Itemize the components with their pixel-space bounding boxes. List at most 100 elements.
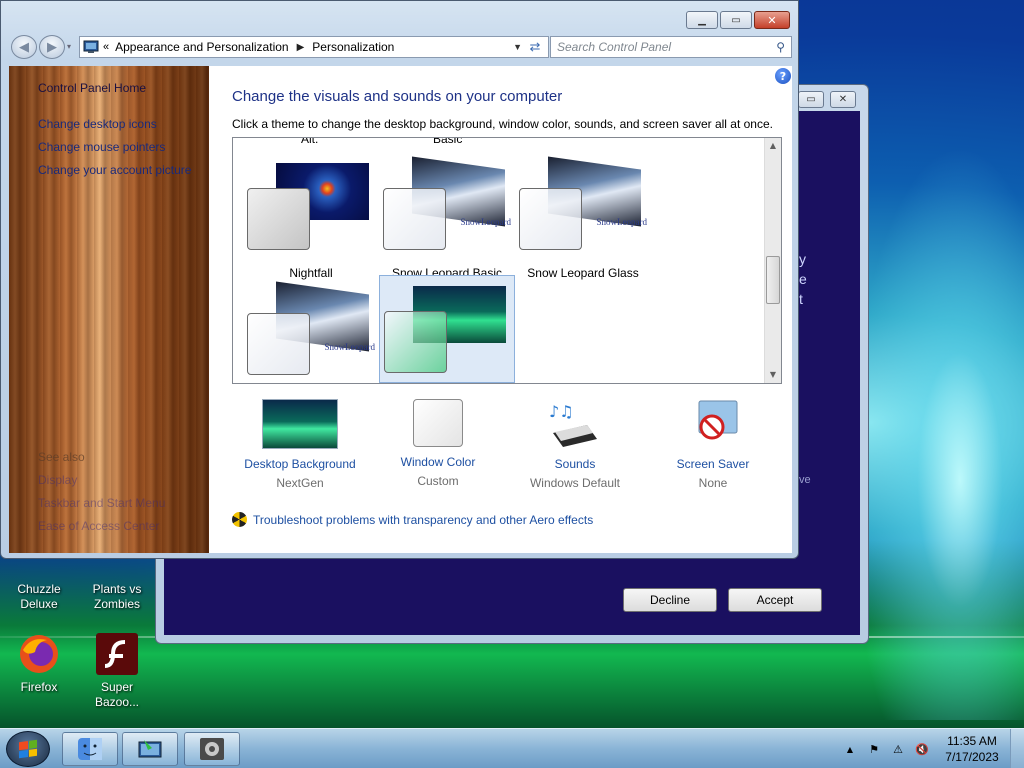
setting-label: Sounds (554, 457, 596, 471)
breadcrumb-item[interactable]: Appearance and Personalization (115, 40, 288, 54)
page-description: Click a theme to change the desktop back… (232, 117, 773, 131)
desktop-icon-label: Super Bazoo... (94, 680, 140, 709)
personalization-window: ▁ ▭ ✕ ◀ ▶ ▾ « Appearance and Personaliza… (0, 0, 799, 559)
windows-logo-icon (19, 739, 37, 759)
taskbar-finder[interactable] (62, 732, 118, 766)
back-arrow-icon: ◀ (19, 39, 29, 55)
breadcrumb-overflow-icon[interactable]: « (103, 41, 109, 53)
change-desktop-icons-link[interactable]: Change desktop icons (38, 117, 157, 131)
close-icon: ✕ (767, 13, 777, 27)
help-icon[interactable]: ? (775, 68, 791, 84)
desktop-icon-super-bazooka[interactable]: Super Bazoo... (82, 632, 152, 710)
show-hidden-icons-icon[interactable]: ▲ (842, 741, 858, 757)
breadcrumb-separator-icon[interactable]: ▶ (297, 42, 305, 53)
network-warning-icon[interactable]: ⚠ (890, 741, 906, 757)
window-color-setting[interactable]: Window Color Custom (363, 399, 513, 488)
control-panel-icon (83, 40, 99, 53)
search-icon[interactable]: ⚲ (776, 40, 785, 54)
theme-color-swatch (384, 311, 447, 373)
taskbar-start-menu-link[interactable]: Taskbar and Start Menu (38, 496, 165, 510)
breadcrumb-item[interactable]: Personalization (312, 40, 394, 54)
dialog-text-fragment: t (799, 291, 803, 307)
taskbar-personalization[interactable] (122, 732, 178, 766)
task-sidebar: Control Panel Home Change desktop icons … (9, 66, 209, 553)
setting-value: Custom (417, 474, 459, 488)
setting-label: Screen Saver (676, 457, 750, 471)
setting-value: None (698, 476, 728, 490)
theme-nextgen-selected[interactable] (379, 275, 515, 383)
forward-arrow-icon: ▶ (47, 39, 57, 55)
navigation-bar: ◀ ▶ ▾ « Appearance and Personalization ▶… (9, 35, 792, 59)
sounds-icon: ♪♫ (537, 399, 613, 449)
desktop-background-setting[interactable]: Desktop Background NextGen (225, 399, 375, 490)
display-link[interactable]: Display (38, 473, 77, 487)
screen-saver-icon (675, 399, 751, 449)
firefox-icon (17, 632, 61, 676)
close-icon[interactable]: ✕ (830, 91, 856, 108)
dialog-text-fragment: ve (799, 474, 811, 486)
maximize-icon: ▭ (731, 14, 741, 26)
refresh-icon[interactable]: ⇄ (526, 39, 544, 55)
setting-value: Windows Default (529, 476, 621, 490)
caption-buttons: ▁ ▭ ✕ (686, 11, 790, 29)
show-desktop-button[interactable] (1010, 729, 1024, 768)
theme-color-swatch (383, 188, 446, 250)
theme-label: Snow Leopard Glass (527, 266, 639, 280)
control-panel-home-link[interactable]: Control Panel Home (38, 81, 146, 95)
clock-date: 7/17/2023 (945, 750, 999, 764)
change-account-picture-link[interactable]: Change your account picture (38, 163, 191, 177)
theme-snow-leopard-basic[interactable]: SnowLeopard Snow Leopard Basic (379, 153, 515, 280)
clock[interactable]: 11:35 AM 7/17/2023 (934, 733, 1010, 765)
taskbar: ▲ ⚑ ⚠ 🔇 11:35 AM 7/17/2023 (0, 728, 1024, 768)
scroll-up-icon[interactable]: ▲ (765, 138, 781, 154)
scroll-thumb[interactable] (766, 256, 780, 304)
ease-of-access-link[interactable]: Ease of Access Center (38, 519, 159, 533)
desktop-icon-label: Chuzzle Deluxe (17, 582, 61, 611)
dialog-text-fragment: y (799, 251, 806, 267)
dialog-text-fragment: e (799, 271, 807, 287)
address-bar[interactable]: « Appearance and Personalization ▶ Perso… (79, 36, 549, 58)
maximize-button[interactable]: ▭ (720, 11, 752, 29)
action-center-flag-icon[interactable]: ⚑ (866, 741, 882, 757)
change-mouse-pointers-link[interactable]: Change mouse pointers (38, 140, 165, 154)
snow-leopard-logo: SnowLeopard (324, 342, 376, 352)
scroll-down-icon[interactable]: ▼ (765, 367, 781, 383)
taskbar-settings-app[interactable] (184, 732, 240, 766)
address-dropdown-icon[interactable]: ▼ (513, 42, 522, 52)
desktop-background-icon (262, 399, 338, 449)
desktop-icon-label: Plants vs Zombies (92, 582, 142, 611)
theme-label-cut: Basic (433, 137, 463, 146)
gear-icon (200, 738, 224, 760)
accept-button[interactable]: Accept (728, 588, 822, 612)
desktop-icon-label: Firefox (20, 680, 58, 694)
search-input[interactable]: Search Control Panel ⚲ (550, 36, 792, 58)
troubleshoot-aero-link[interactable]: Troubleshoot problems with transparency … (232, 512, 593, 527)
start-button[interactable] (6, 731, 50, 767)
theme-snow-leopard-glass[interactable]: SnowLeopard Snow Leopard Glass (515, 153, 651, 280)
theme-snow-leopard-variant[interactable]: SnowLeopard (243, 278, 379, 383)
decline-button[interactable]: Decline (623, 588, 717, 612)
screen-saver-setting[interactable]: Screen Saver None (638, 399, 788, 490)
desktop-icon-firefox[interactable]: Firefox (4, 632, 74, 695)
close-button[interactable]: ✕ (754, 11, 790, 29)
setting-label: Window Color (400, 455, 476, 469)
snow-leopard-logo: SnowLeopard (460, 217, 512, 227)
window-color-icon (413, 399, 463, 447)
theme-list: Alt. Basic Nightfall SnowLeopard Snow Le… (232, 137, 782, 384)
maximize-icon[interactable]: ▭ (798, 91, 824, 108)
forward-button[interactable]: ▶ (39, 35, 65, 59)
search-placeholder: Search Control Panel (557, 40, 672, 54)
control-panel-icon (138, 740, 162, 758)
theme-color-swatch (247, 188, 310, 250)
sounds-setting[interactable]: ♪♫ Sounds Windows Default (500, 399, 650, 490)
svg-text:♪♫: ♪♫ (549, 402, 574, 421)
minimize-button[interactable]: ▁ (686, 11, 718, 29)
back-button[interactable]: ◀ (11, 35, 37, 59)
recent-pages-chevron-icon[interactable]: ▾ (67, 42, 71, 51)
clock-time: 11:35 AM (947, 734, 997, 748)
volume-muted-icon[interactable]: 🔇 (914, 741, 930, 757)
theme-list-scrollbar[interactable]: ▲ ▼ (764, 138, 781, 383)
theme-nightfall[interactable]: Nightfall (243, 153, 379, 280)
system-tray: ▲ ⚑ ⚠ 🔇 11:35 AM 7/17/2023 (838, 729, 1024, 768)
snow-leopard-logo: SnowLeopard (596, 217, 648, 227)
